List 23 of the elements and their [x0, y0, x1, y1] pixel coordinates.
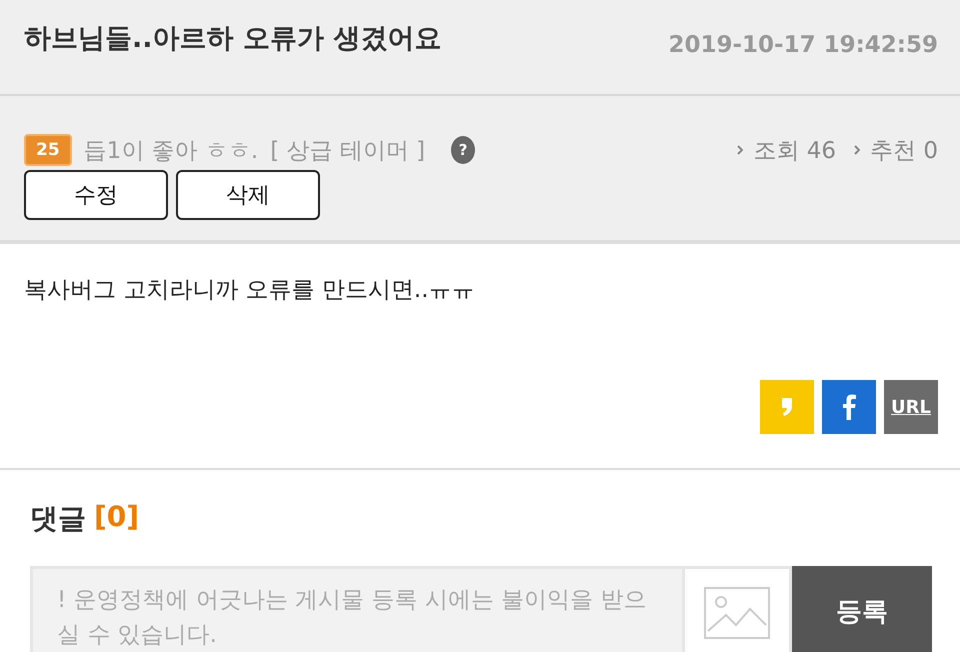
- stat-label: 추천 0: [870, 136, 938, 166]
- chevron-icon: [737, 145, 744, 155]
- comments-title: 댓글: [30, 501, 86, 537]
- level-badge: 25: [24, 134, 72, 166]
- stat-label: 조회 46: [753, 136, 836, 166]
- submit-button[interactable]: 등록: [792, 566, 932, 652]
- post-title: 하브님들..아르하 오류가 생겼어요: [24, 22, 442, 56]
- chevron-icon: [854, 145, 860, 155]
- comma-icon: [781, 397, 793, 417]
- comment-field[interactable]: ! 운영정책에 어긋나는 게시물 등록 시에는 불이익을 받으실 수 있습니다.: [30, 566, 682, 652]
- edit-button[interactable]: 수정: [24, 170, 168, 220]
- comment-count: [0]: [94, 500, 140, 535]
- kakao-share-button[interactable]: [760, 380, 814, 434]
- post-text: 복사버그 고치라니까 오류를 만드시면..ㅠㅠ: [24, 276, 476, 305]
- help-icon[interactable]: ?: [451, 136, 476, 164]
- image-upload-button[interactable]: [682, 566, 792, 652]
- url-share-button[interactable]: URL: [884, 380, 938, 434]
- author-rank: [ 상급 테이머 ]: [270, 136, 426, 166]
- facebook-share-button[interactable]: [822, 380, 876, 434]
- image-icon: [704, 587, 770, 639]
- facebook-icon: [842, 394, 856, 420]
- post-date: 2019-10-17 19:42:59: [668, 32, 938, 58]
- delete-button[interactable]: 삭제: [176, 170, 320, 220]
